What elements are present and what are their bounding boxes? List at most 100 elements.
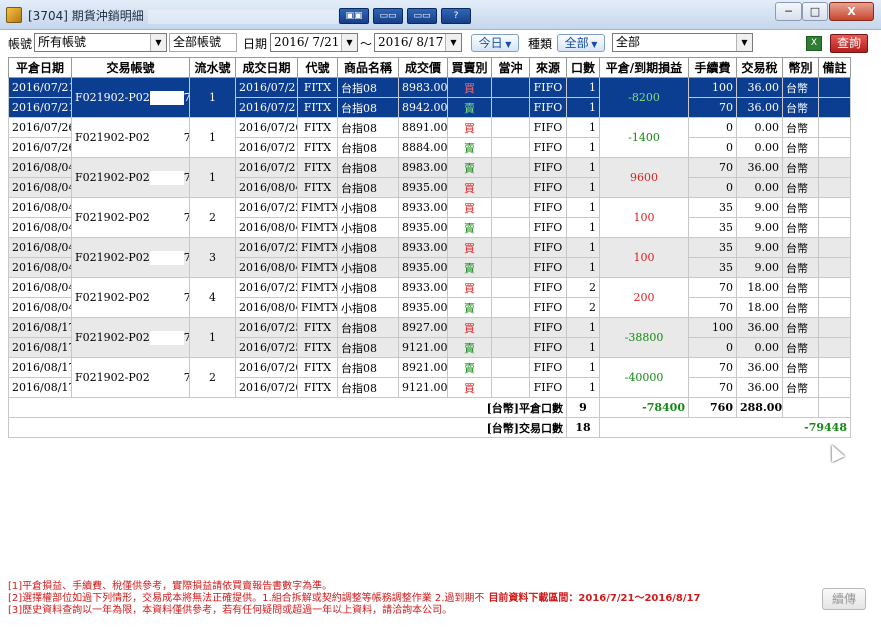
table-row[interactable]: 2016/08/04F021902-P02742016/07/22FIMTX小指… xyxy=(8,277,851,318)
close-button[interactable]: X xyxy=(829,2,874,21)
kind-select[interactable]: 全部 ▼ xyxy=(557,34,605,52)
tax-cell: 0.00 xyxy=(736,337,783,358)
close-date-cell: 2016/08/04 xyxy=(8,257,72,278)
sell-badge: 賣 xyxy=(464,261,475,275)
close-date-cell: 2016/08/17 xyxy=(8,317,72,338)
date-label: 日期 xyxy=(243,37,268,51)
column-header[interactable]: 備註 xyxy=(818,57,851,78)
query-button[interactable]: 查詢 xyxy=(830,34,868,53)
code-cell: FIMTX xyxy=(297,217,338,238)
trade-date-cell: 2016/08/04 xyxy=(235,177,298,198)
tax-cell: 0.00 xyxy=(736,177,783,198)
resume-button[interactable]: 續傳 xyxy=(822,588,866,610)
close-date-cell: 2016/07/26 xyxy=(8,117,72,138)
close-date-cell: 2016/08/04 xyxy=(8,157,72,178)
column-header[interactable]: 口數 xyxy=(566,57,600,78)
account-select[interactable]: 所有帳號 ▼ xyxy=(34,33,167,52)
trade-date-cell: 2016/07/25 xyxy=(235,337,298,358)
code-cell: FITX xyxy=(297,77,338,98)
column-header[interactable]: 當沖 xyxy=(491,57,530,78)
serial-cell: 1 xyxy=(189,157,236,198)
side-cell: 買 xyxy=(447,377,492,398)
trade-date-cell: 2016/08/04 xyxy=(235,257,298,278)
column-header[interactable]: 幣別 xyxy=(782,57,819,78)
account-text: F021902-P02 xyxy=(75,210,150,224)
filter-toolbar: 帳號 所有帳號 ▼ 全部帳號 日期 2016/ 7/21 ▼ 〜 2016/ 8… xyxy=(0,30,881,56)
currency-cell: 台幣 xyxy=(782,117,819,138)
note-cell xyxy=(818,357,851,378)
layout-split-button[interactable]: ▭▭ xyxy=(373,8,403,24)
close-summary-blank xyxy=(782,397,819,418)
code-cell: FITX xyxy=(297,177,338,198)
table-row[interactable]: 2016/07/26F021902-P02712016/07/26FITX台指0… xyxy=(8,117,851,158)
product-filter-select[interactable]: 全部 ▼ xyxy=(612,33,753,52)
qty-cell: 1 xyxy=(566,317,600,338)
column-header[interactable]: 平倉日期 xyxy=(8,57,72,78)
fee-cell: 70 xyxy=(688,377,737,398)
code-cell: FITX xyxy=(297,117,338,138)
currency-cell: 台幣 xyxy=(782,217,819,238)
serial-cell: 1 xyxy=(189,77,236,118)
sell-badge: 賣 xyxy=(464,101,475,115)
help-button[interactable]: ? xyxy=(441,8,471,24)
today-button[interactable]: 今日 ▼ xyxy=(471,34,519,52)
window-title-text: [3704] 期貨沖銷明細 xyxy=(28,9,144,23)
column-header[interactable]: 流水號 xyxy=(189,57,236,78)
qty-cell: 1 xyxy=(566,237,600,258)
tax-cell: 0.00 xyxy=(736,137,783,158)
column-header[interactable]: 代號 xyxy=(297,57,338,78)
buy-badge: 買 xyxy=(464,81,475,95)
daytrade-cell xyxy=(491,257,530,278)
column-header[interactable]: 手續費 xyxy=(688,57,737,78)
buy-badge: 買 xyxy=(464,241,475,255)
product-name-cell: 台指08 xyxy=(337,337,399,358)
account-tail: 7 xyxy=(184,91,189,104)
side-cell: 買 xyxy=(447,177,492,198)
code-cell: FITX xyxy=(297,377,338,398)
maximize-button[interactable]: □ xyxy=(802,2,828,21)
column-header[interactable]: 交易稅 xyxy=(736,57,783,78)
code-cell: FIMTX xyxy=(297,197,338,218)
fee-cell: 0 xyxy=(688,137,737,158)
account-name-field: 全部帳號 xyxy=(169,33,237,52)
note-3: [3]歷史資料查詢以一年為限，本資料僅供參考，若有任何疑問或超過一年以上資料，請… xyxy=(8,605,453,616)
trade-date-cell: 2016/07/21 xyxy=(235,77,298,98)
column-header[interactable]: 成交價 xyxy=(398,57,448,78)
daytrade-cell xyxy=(491,217,530,238)
close-date-cell: 2016/08/04 xyxy=(8,297,72,318)
side-cell: 賣 xyxy=(447,137,492,158)
column-header[interactable]: 來源 xyxy=(529,57,567,78)
table-row[interactable]: 2016/08/04F021902-P02722016/07/22FIMTX小指… xyxy=(8,197,851,238)
layout-grid-button[interactable]: ▣▣ xyxy=(339,8,369,24)
fee-cell: 70 xyxy=(688,297,737,318)
product-name-cell: 台指08 xyxy=(337,357,399,378)
product-name-cell: 台指08 xyxy=(337,377,399,398)
column-header[interactable]: 商品名稱 xyxy=(337,57,399,78)
minimize-button[interactable]: ─ xyxy=(775,2,802,21)
account-cell: F021902-P02 7 xyxy=(71,357,190,398)
table-row[interactable]: 2016/08/04F021902-P02732016/07/22FIMTX小指… xyxy=(8,237,851,278)
date-from-value: 2016/ 7/21 xyxy=(274,35,340,49)
layout-panel-button[interactable]: ▭▭ xyxy=(407,8,437,24)
table-row[interactable]: 2016/08/04F021902-P02712016/07/21FITX台指0… xyxy=(8,157,851,198)
account-redaction xyxy=(149,90,184,105)
column-header[interactable]: 交易帳號 xyxy=(71,57,190,78)
code-cell: FITX xyxy=(297,97,338,118)
column-header[interactable]: 買賣別 xyxy=(447,57,492,78)
excel-export-icon[interactable]: X xyxy=(806,36,822,51)
table-row[interactable]: 2016/07/21F021902-P02712016/07/21FITX台指0… xyxy=(8,77,851,118)
price-cell: 8921.00 xyxy=(398,357,448,378)
table-row[interactable]: 2016/08/17F021902-P02712016/07/25FITX台指0… xyxy=(8,317,851,358)
date-from-picker[interactable]: 2016/ 7/21 ▼ xyxy=(270,33,358,52)
product-filter-value: 全部 xyxy=(616,35,641,49)
side-cell: 賣 xyxy=(447,297,492,318)
trade-date-cell: 2016/07/26 xyxy=(235,377,298,398)
note-cell xyxy=(818,337,851,358)
source-cell: FIFO xyxy=(529,197,567,218)
chevron-down-icon: ▼ xyxy=(341,34,357,51)
column-header[interactable]: 成交日期 xyxy=(235,57,298,78)
date-to-picker[interactable]: 2016/ 8/17 ▼ xyxy=(374,33,462,52)
column-header[interactable]: 平倉/到期損益 xyxy=(599,57,689,78)
account-tail: 7 xyxy=(184,251,189,264)
table-row[interactable]: 2016/08/17F021902-P02 722016/07/26FITX台指0… xyxy=(8,357,851,398)
